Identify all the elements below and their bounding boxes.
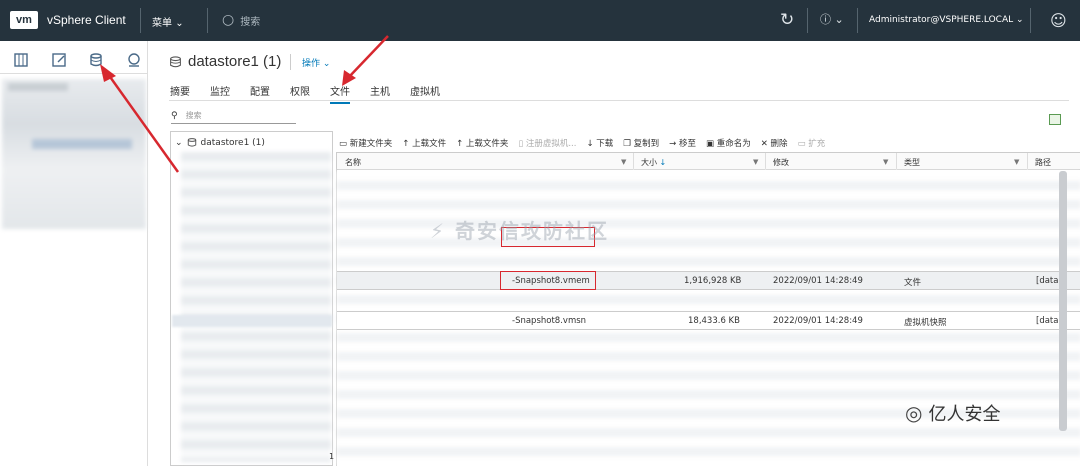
- arrow-head: [100, 64, 116, 82]
- arrow-line: [106, 73, 180, 173]
- wechat-icon: ◎: [905, 401, 923, 425]
- watermark: ⚡ 奇安信攻防社区: [430, 215, 609, 244]
- watermark-logo-icon: ⚡: [430, 219, 447, 243]
- wechat-brand: ◎ 亿人安全: [905, 400, 1000, 426]
- arrow-line: [347, 35, 389, 79]
- watermark-text: 奇安信攻防社区: [455, 219, 610, 243]
- brand-name: 亿人安全: [928, 404, 1001, 425]
